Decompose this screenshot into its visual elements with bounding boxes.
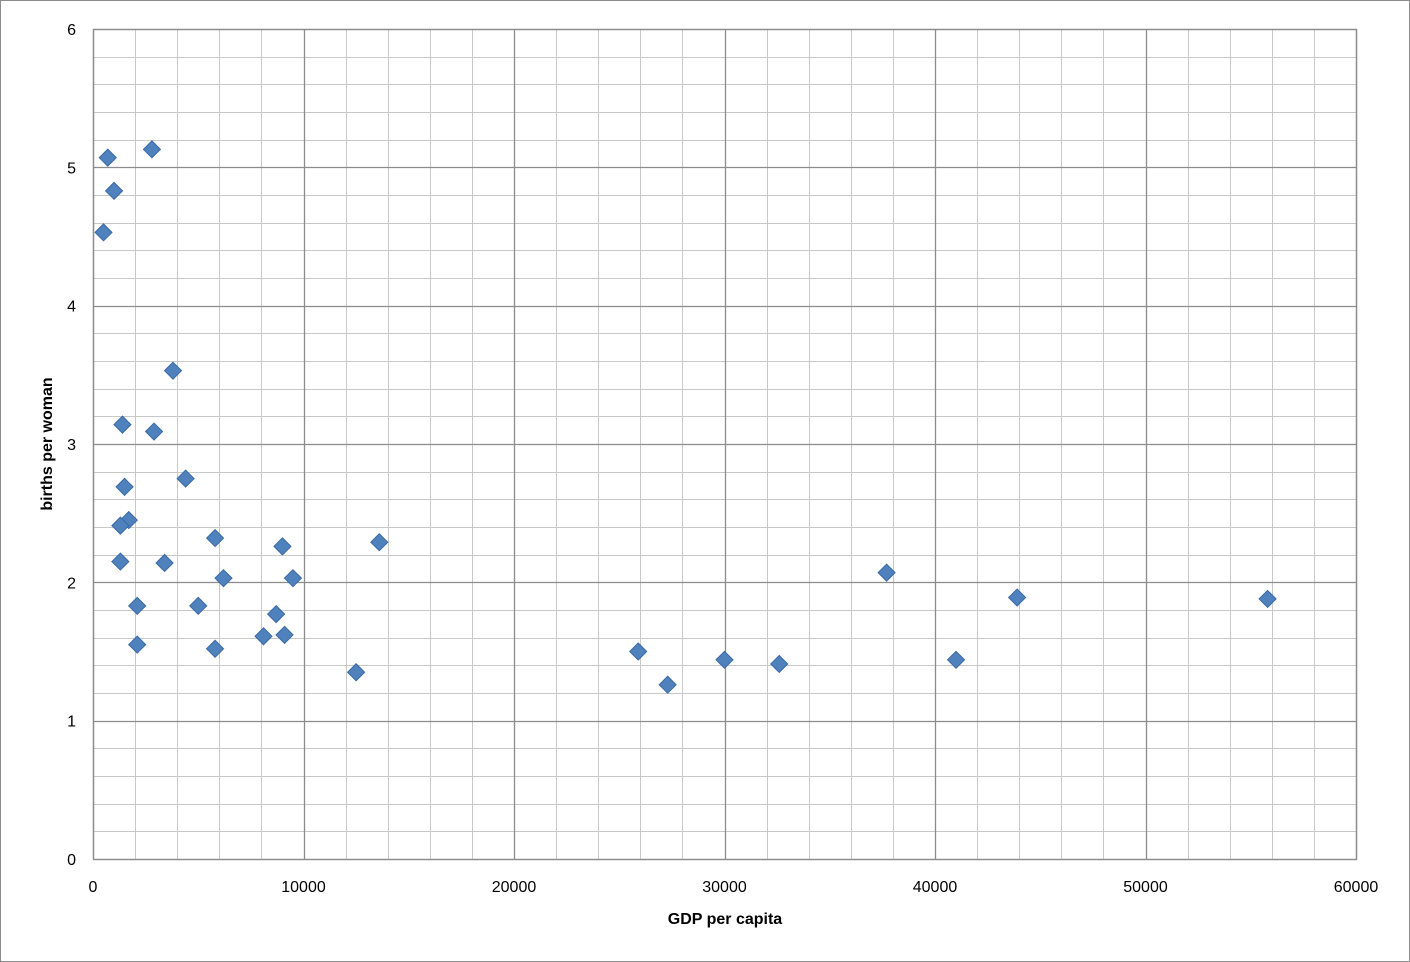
data-point — [1258, 589, 1277, 609]
data-point — [254, 627, 273, 646]
data-point — [658, 675, 677, 694]
data-point — [214, 568, 233, 588]
x-tick-label: 50000 — [1123, 879, 1168, 896]
x-axis-tick-labels: 0 10000 20000 30000 40000 50000 60000 — [89, 879, 1379, 896]
data-point — [877, 563, 896, 582]
y-axis-tick-labels: 0 1 2 3 4 5 6 — [67, 22, 76, 869]
y-tick-label: 1 — [67, 714, 76, 731]
data-point — [370, 533, 389, 552]
data-point — [1007, 588, 1027, 607]
data-point — [98, 148, 117, 167]
data-point — [266, 604, 286, 624]
data-point — [113, 415, 132, 434]
data-point — [273, 537, 292, 556]
data-point — [155, 553, 174, 573]
data-point — [770, 654, 789, 674]
data-point — [144, 422, 164, 441]
x-tick-label: 10000 — [281, 879, 326, 896]
data-point — [115, 477, 134, 497]
y-tick-label: 3 — [67, 437, 76, 454]
data-point — [104, 181, 124, 201]
data-point — [127, 596, 147, 616]
y-tick-label: 0 — [67, 852, 76, 869]
x-axis-title: GDP per capita — [668, 911, 783, 928]
data-point — [205, 528, 225, 548]
x-tick-label: 60000 — [1334, 879, 1379, 896]
x-tick-label: 0 — [89, 879, 98, 896]
scatter-chart: 0123456 0 10000 20000 30000 40000 50000 60000 … — [39, 22, 1379, 928]
y-tick-label: 5 — [67, 160, 76, 177]
data-point — [346, 663, 366, 682]
data-point — [163, 361, 183, 380]
data-point — [275, 625, 294, 645]
data-point — [283, 568, 303, 588]
data-point — [628, 642, 648, 661]
data-point — [142, 140, 162, 159]
x-tick-label: 30000 — [702, 879, 747, 896]
y-tick-label: 6 — [67, 22, 76, 39]
x-tick-label: 20000 — [492, 879, 537, 896]
data-point — [94, 223, 113, 242]
y-tick-label: 4 — [67, 299, 76, 316]
major-gridlines — [92, 28, 1358, 861]
y-axis-title: births per woman — [39, 377, 56, 510]
y-tick-label: 2 — [67, 575, 76, 592]
data-point — [189, 596, 208, 616]
data-point — [205, 639, 225, 658]
x-tick-label: 40000 — [913, 879, 958, 896]
